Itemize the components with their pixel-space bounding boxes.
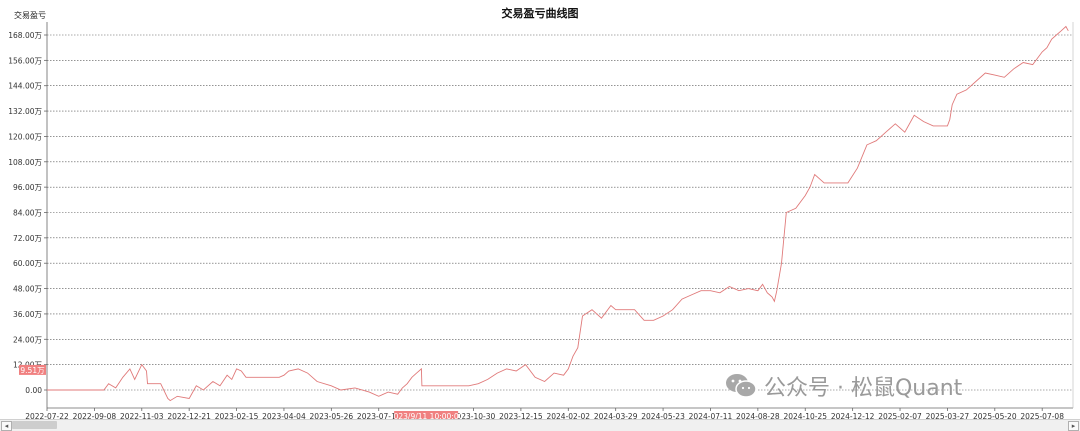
grid-lines [47,34,1073,391]
y-tick-label: 96.00万 [13,183,42,192]
axes [44,22,1074,411]
scroll-right-button[interactable]: ▸ [1068,421,1079,431]
y-tick-label: 24.00万 [13,335,42,344]
y-tick-label: 36.00万 [13,310,42,319]
chart-title: 交易盈亏曲线图 [501,7,579,20]
y-tick-label: 144.00万 [8,82,42,91]
wechat-icon [726,374,757,398]
y-tick-label: 108.00万 [8,158,42,167]
watermark: 公众号 · 松鼠Quant [724,370,962,402]
series-line-0 [47,25,1069,402]
y-tick-label: 156.00万 [8,56,42,65]
series-layer [47,25,1069,402]
y-axis-name: 交易盈亏 [14,11,46,20]
watermark-text: 公众号 · 松鼠Quant [764,376,963,401]
y-tick-label: 0.00 [25,386,42,395]
cursor-y-label: 9.51万 [20,366,45,375]
y-tick-label: 72.00万 [13,234,42,243]
y-tick-label: 168.00万 [8,31,42,40]
scroll-left-button[interactable]: ◂ [1,421,12,431]
profit-loss-chart: 0.0012.00万24.00万36.00万48.00万60.00万72.00万… [8,22,1074,421]
y-tick-label: 84.00万 [13,209,42,218]
horizontal-scrollbar[interactable]: ◂ ▸ [0,419,1080,431]
y-tick-label: 132.00万 [8,107,42,116]
scroll-thumb[interactable] [12,421,57,429]
y-tick-label: 60.00万 [13,259,42,268]
y-tick-labels: 0.0012.00万24.00万36.00万48.00万60.00万72.00万… [8,31,42,395]
y-tick-label: 120.00万 [8,132,42,141]
y-tick-label: 48.00万 [13,285,42,294]
